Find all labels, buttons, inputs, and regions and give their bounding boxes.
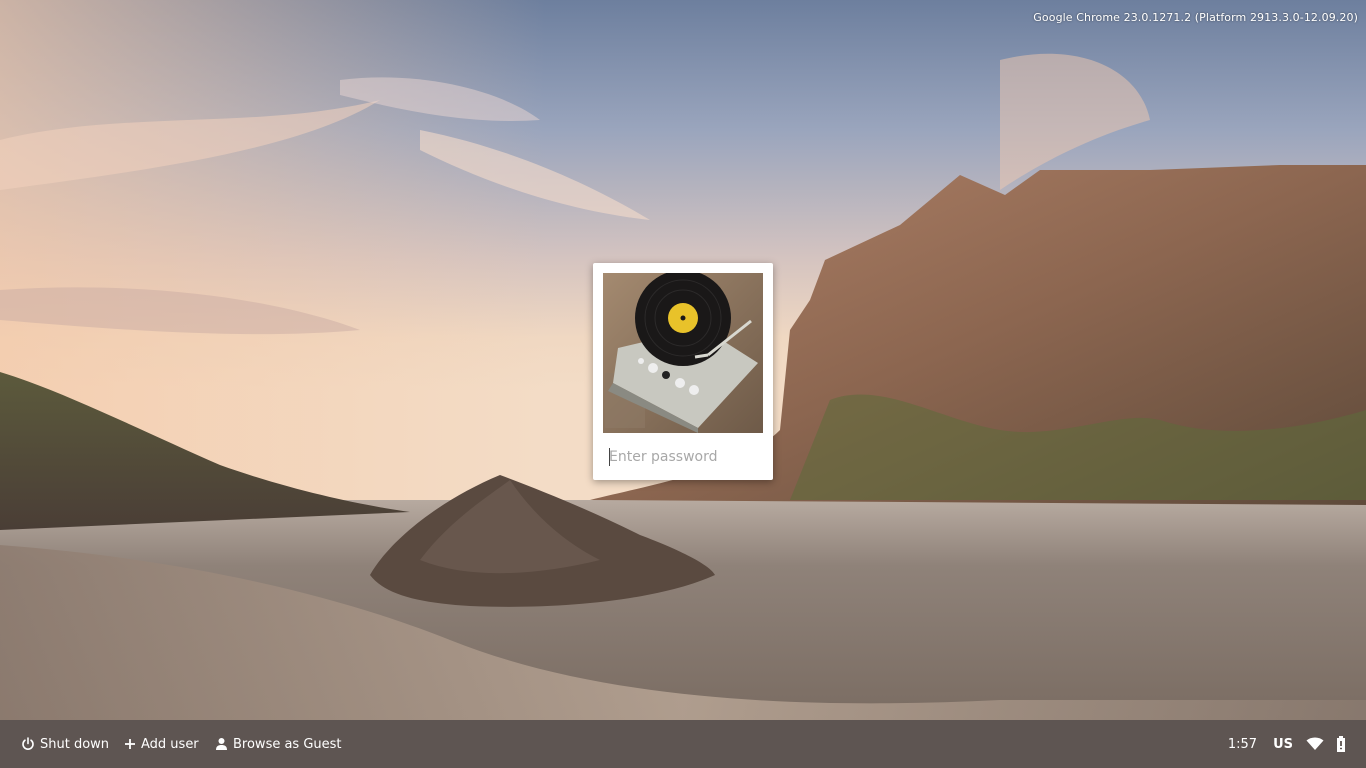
guest-label: Browse as Guest bbox=[233, 736, 342, 752]
shutdown-button[interactable]: Shut down bbox=[21, 734, 109, 754]
status-tray[interactable]: 1:57 US bbox=[1228, 732, 1346, 756]
record-player-icon bbox=[603, 273, 763, 433]
person-icon bbox=[216, 738, 227, 750]
login-screen: Google Chrome 23.0.1271.2 (Platform 2913… bbox=[0, 0, 1366, 768]
password-input[interactable] bbox=[603, 443, 763, 471]
wifi-icon[interactable] bbox=[1306, 737, 1324, 751]
add-user-label: Add user bbox=[141, 736, 199, 752]
input-method-indicator[interactable]: US bbox=[1273, 737, 1293, 752]
shutdown-label: Shut down bbox=[40, 736, 110, 752]
user-avatar[interactable] bbox=[603, 273, 763, 433]
text-caret bbox=[609, 448, 610, 466]
battery-icon[interactable] bbox=[1336, 736, 1346, 752]
power-icon bbox=[22, 737, 34, 750]
password-field-wrapper bbox=[603, 443, 763, 471]
user-pod[interactable] bbox=[593, 263, 773, 480]
version-info: Google Chrome 23.0.1271.2 (Platform 2913… bbox=[1033, 11, 1358, 24]
clock[interactable]: 1:57 bbox=[1228, 737, 1257, 752]
plus-icon bbox=[125, 739, 135, 749]
browse-as-guest-button[interactable]: Browse as Guest bbox=[215, 734, 342, 754]
login-shelf: Shut down Add user Browse as Guest 1:57 … bbox=[0, 720, 1366, 768]
add-user-button[interactable]: Add user bbox=[124, 734, 199, 754]
